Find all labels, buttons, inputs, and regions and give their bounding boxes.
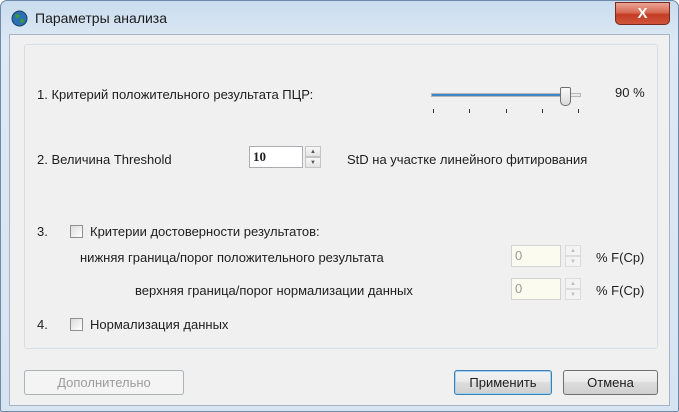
slider-tick — [542, 109, 543, 113]
normalization-number: 4. — [37, 317, 48, 332]
stepper-down-icon[interactable]: ▼ — [565, 289, 581, 300]
reliability-checkbox-label[interactable]: Критерии достоверности результатов: — [90, 224, 320, 239]
threshold-label: 2. Величина Threshold — [37, 152, 172, 167]
slider-tick — [469, 109, 470, 113]
apply-button[interactable]: Применить — [454, 370, 552, 395]
cancel-button[interactable]: Отмена — [563, 370, 658, 395]
upper-bound-input[interactable]: 0 — [511, 278, 561, 300]
lower-bound-unit: % F(Cp) — [596, 250, 645, 265]
upper-bound-unit: % F(Cp) — [596, 283, 645, 298]
slider-tick — [578, 109, 579, 113]
threshold-input[interactable]: 10 — [249, 146, 303, 168]
stepper-down-icon[interactable]: ▼ — [565, 256, 581, 267]
reliability-number: 3. — [37, 224, 48, 239]
stepper-down-icon[interactable]: ▼ — [305, 157, 321, 168]
threshold-suffix: StD на участке линейного фитирования — [347, 152, 588, 167]
reliability-checkbox[interactable] — [70, 225, 83, 238]
criterion-value: 90 % — [615, 85, 645, 100]
dialog-body: 1. Критерий положительного результата ПЦ… — [9, 34, 670, 406]
lower-bound-input[interactable]: 0 — [511, 245, 561, 267]
normalization-checkbox[interactable] — [70, 318, 83, 331]
parameters-group: 1. Критерий положительного результата ПЦ… — [24, 44, 658, 349]
upper-bound-stepper[interactable]: ▲ ▼ — [565, 278, 581, 300]
globe-icon — [11, 10, 28, 27]
slider-tick — [433, 109, 434, 113]
dialog-window: Параметры анализа X 1. Критерий положите… — [0, 0, 679, 412]
stepper-up-icon[interactable]: ▲ — [565, 278, 581, 289]
title-bar[interactable]: Параметры анализа X — [1, 1, 678, 35]
window-title: Параметры анализа — [35, 10, 168, 26]
stepper-up-icon[interactable]: ▲ — [565, 245, 581, 256]
slider-tick — [506, 109, 507, 113]
criterion-slider-thumb[interactable] — [560, 87, 571, 106]
upper-bound-label: верхняя граница/порог нормализации данны… — [135, 283, 413, 298]
lower-bound-label: нижняя граница/порог положительного резу… — [80, 250, 384, 265]
close-button[interactable]: X — [615, 2, 670, 25]
criterion-slider-track[interactable] — [431, 93, 581, 97]
normalization-checkbox-label[interactable]: Нормализация данных — [90, 317, 228, 332]
advanced-button[interactable]: Дополнительно — [24, 370, 184, 395]
stepper-up-icon[interactable]: ▲ — [305, 146, 321, 157]
criterion-slider-fill — [432, 94, 566, 96]
close-icon: X — [637, 5, 648, 22]
threshold-stepper[interactable]: ▲ ▼ — [305, 146, 321, 168]
criterion-label: 1. Критерий положительного результата ПЦ… — [37, 87, 314, 102]
lower-bound-stepper[interactable]: ▲ ▼ — [565, 245, 581, 267]
